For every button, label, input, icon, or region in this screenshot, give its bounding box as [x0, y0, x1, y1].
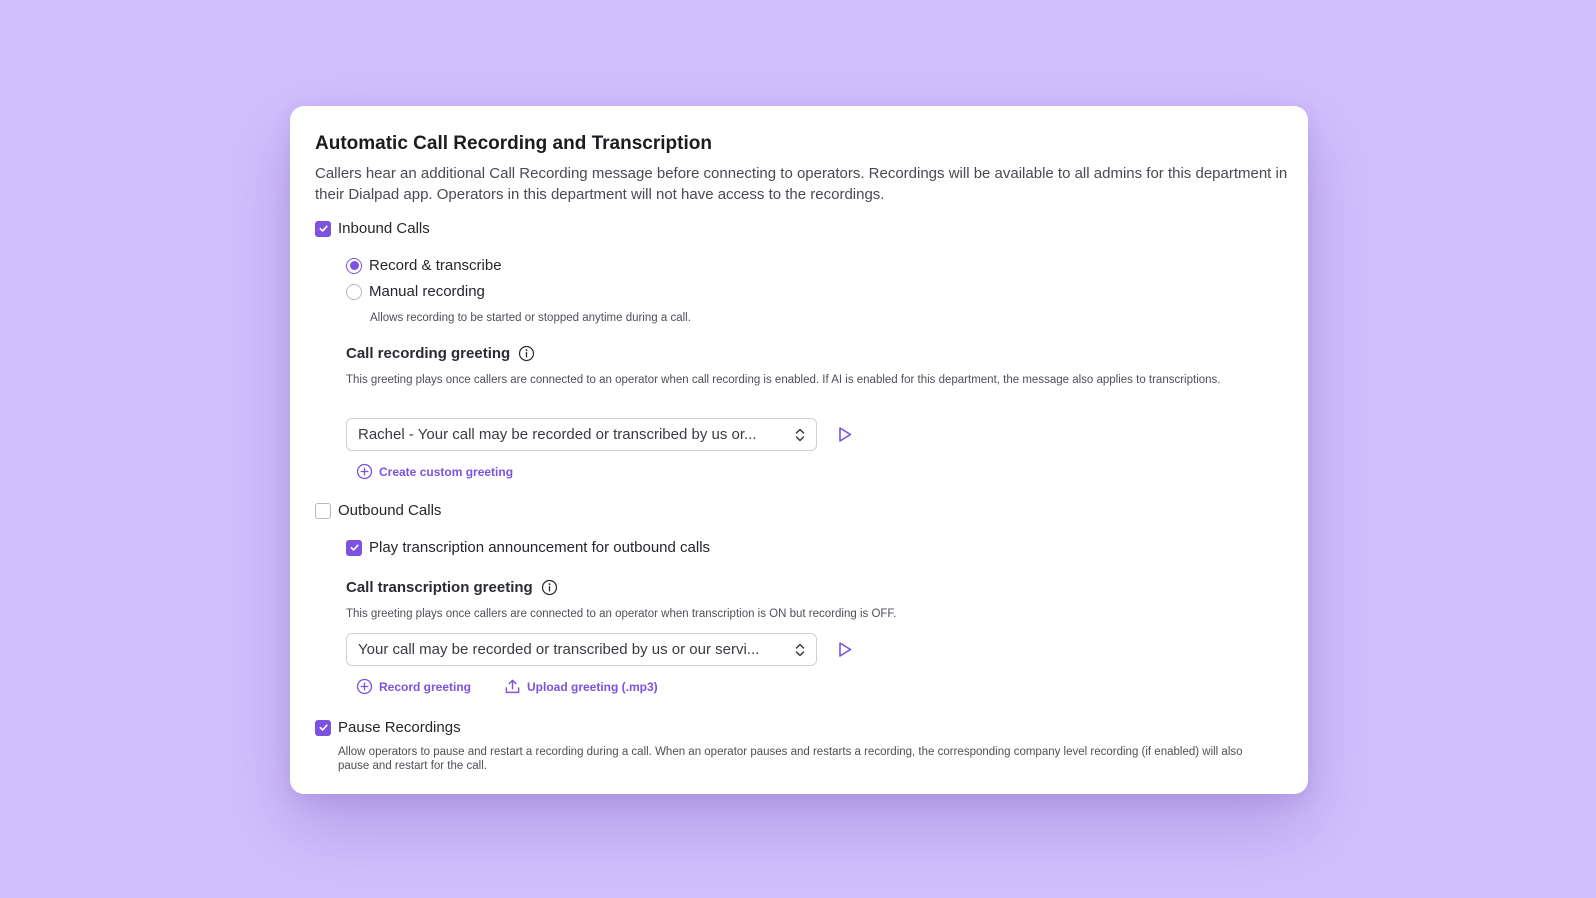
chevron-updown-icon	[795, 428, 805, 441]
transcription-announcement-checkbox[interactable]	[346, 539, 362, 556]
play-icon	[839, 426, 852, 442]
pause-recordings-checkbox[interactable]	[315, 719, 331, 736]
recording-greeting-description: This greeting plays once callers are con…	[346, 374, 1221, 386]
play-transcription-greeting-button[interactable]	[835, 639, 855, 659]
chevron-updown-icon	[795, 643, 805, 656]
transcription-greeting-selected-value: Your call may be recorded or transcribed…	[358, 641, 760, 658]
upload-greeting-link[interactable]: Upload greeting (.mp3)	[504, 678, 658, 695]
inbound-calls-label: Inbound Calls	[338, 220, 430, 237]
transcription-greeting-heading-row: Call transcription greeting	[346, 579, 558, 596]
radio-label: Record & transcribe	[369, 257, 502, 274]
scroll-fade	[290, 772, 1308, 794]
info-icon[interactable]	[518, 345, 535, 362]
create-custom-greeting-link[interactable]: Create custom greeting	[356, 463, 513, 480]
check-icon	[318, 225, 328, 232]
pause-recordings-label: Pause Recordings	[338, 719, 461, 736]
play-icon	[839, 641, 852, 657]
outbound-calls-checkbox[interactable]	[315, 502, 331, 519]
transcription-greeting-description: This greeting plays once callers are con…	[346, 608, 897, 620]
transcription-greeting-heading: Call transcription greeting	[346, 579, 533, 596]
pause-recordings-description: Allow operators to pause and restart a r…	[338, 746, 1243, 772]
manual-recording-hint: Allows recording to be started or stoppe…	[370, 312, 691, 324]
create-custom-greeting-label: Create custom greeting	[379, 464, 514, 479]
outbound-calls-label: Outbound Calls	[338, 502, 442, 519]
info-icon[interactable]	[541, 579, 558, 596]
inbound-calls-checkbox[interactable]	[315, 220, 331, 237]
section-title: Automatic Call Recording and Transcripti…	[315, 133, 712, 154]
recording-greeting-select[interactable]: Rachel - Your call may be recorded or tr…	[346, 418, 817, 451]
upload-icon	[505, 679, 520, 694]
play-recording-greeting-button[interactable]	[835, 424, 855, 444]
settings-card: Automatic Call Recording and Transcripti…	[290, 106, 1308, 794]
radio-label: Manual recording	[369, 283, 485, 300]
recording-greeting-heading: Call recording greeting	[346, 345, 511, 362]
radio-button[interactable]	[346, 283, 362, 300]
section-description: Callers hear an additional Call Recordin…	[315, 165, 1288, 203]
plus-circle-icon	[356, 463, 373, 480]
plus-circle-icon	[356, 678, 373, 695]
record-greeting-label: Record greeting	[379, 679, 472, 694]
radio-button-selected[interactable]	[346, 257, 362, 274]
recording-greeting-selected-value: Rachel - Your call may be recorded or tr…	[358, 426, 757, 443]
transcription-announcement-checkbox-row[interactable]: Play transcription announcement for outb…	[346, 539, 710, 556]
check-icon	[318, 724, 328, 731]
radio-manual-recording[interactable]: Manual recording	[346, 283, 485, 300]
transcription-greeting-select[interactable]: Your call may be recorded or transcribed…	[346, 633, 817, 666]
radio-record-transcribe[interactable]: Record & transcribe	[346, 257, 502, 274]
recording-greeting-heading-row: Call recording greeting	[346, 345, 535, 362]
outbound-calls-checkbox-row[interactable]: Outbound Calls	[315, 502, 441, 519]
pause-recordings-checkbox-row[interactable]: Pause Recordings	[315, 719, 461, 736]
inbound-calls-checkbox-row[interactable]: Inbound Calls	[315, 220, 430, 237]
record-greeting-link[interactable]: Record greeting	[356, 678, 471, 695]
check-icon	[349, 544, 359, 551]
upload-greeting-label: Upload greeting (.mp3)	[527, 679, 658, 694]
transcription-announcement-label: Play transcription announcement for outb…	[369, 539, 711, 556]
